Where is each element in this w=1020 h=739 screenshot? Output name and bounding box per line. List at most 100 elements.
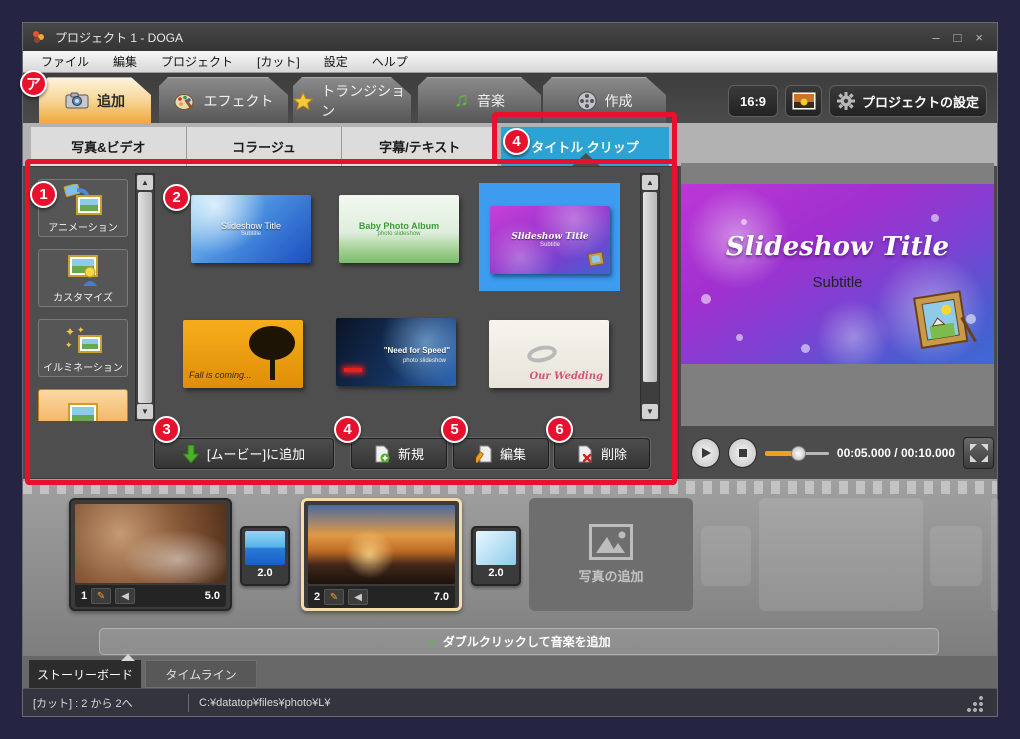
preview-title: Slideshow Title (681, 232, 994, 262)
delete-button[interactable]: 削除 (554, 438, 650, 469)
film-reel-icon (577, 91, 597, 111)
tab-add[interactable]: 追加 (39, 77, 151, 123)
subtab-photos-video[interactable]: 写真&ビデオ (31, 127, 186, 166)
add-photo-slot[interactable]: 写真の追加 (529, 498, 693, 611)
aspect-ratio-button[interactable]: 16:9 (728, 85, 778, 117)
template-baby-album[interactable]: Baby Photo Album photo slideshow (339, 195, 459, 263)
status-cut-info: [カット] : 2 から 2へ (23, 695, 188, 711)
slider-handle[interactable] (791, 446, 806, 461)
status-bar: [カット] : 2 から 2へ C:¥datatop¥files¥photo¥L… (23, 688, 997, 716)
tab-effects[interactable]: エフェクト (159, 77, 288, 123)
subtab-collage[interactable]: コラージュ (186, 127, 342, 166)
category-animation[interactable]: アニメーション (38, 179, 128, 237)
view-tabs-strip: ストーリーボード タイムライン (23, 656, 997, 688)
photo-frame-icon (910, 288, 980, 355)
customize-icon (63, 254, 103, 286)
scroll-up-icon[interactable]: ▲ (642, 175, 658, 190)
tab-storyboard[interactable]: ストーリーボード (29, 660, 141, 688)
palette-icon (174, 92, 196, 110)
menu-project[interactable]: プロジェクト (161, 53, 233, 70)
template-wedding[interactable]: Our Wedding (489, 320, 609, 388)
edit-pencil-icon[interactable]: ✎ (324, 589, 344, 605)
sunset-image-icon (792, 92, 816, 110)
template-fall[interactable]: Fall is coming... (183, 320, 303, 388)
subtab-captions[interactable]: 字幕/テキスト (341, 127, 497, 166)
scroll-down-icon[interactable]: ▼ (642, 404, 658, 419)
storyboard-clip-1[interactable]: 1 ✎ ◀ 5.0 (69, 498, 232, 611)
star-icon (293, 91, 313, 111)
screenshot-stage: プロジェクト 1 - DOGA – □ × ファイル 編集 プロジェクト [カッ… (0, 0, 1020, 739)
edit-pencil-icon[interactable]: ✎ (91, 588, 111, 604)
play-button[interactable] (691, 438, 720, 468)
minimize-button[interactable]: – (932, 30, 939, 45)
active-subtab-notch (571, 153, 601, 167)
template-blue-wave[interactable]: Slideshow Title Subtitle (191, 195, 311, 263)
category-illumination[interactable]: ✦✦ ✦ イルミネーション (38, 319, 128, 377)
scrollbar-thumb[interactable] (643, 192, 657, 382)
template-need-for-speed[interactable]: "Need for Speed" photo slideshow (336, 318, 456, 386)
category-scrollbar[interactable]: ▲ ▼ (135, 173, 155, 421)
empty-clip-slot (991, 498, 999, 611)
preview-subtitle: Subtitle (681, 274, 994, 291)
tab-transitions[interactable]: トランジション (293, 77, 411, 123)
delete-document-icon (577, 445, 593, 463)
stop-button[interactable] (728, 438, 757, 468)
main-tab-row: 追加 エフェクト トランジション ♫ 音楽 (23, 73, 997, 123)
clip-photo (75, 504, 226, 583)
green-down-arrow-icon (183, 445, 199, 463)
picture-icon (63, 402, 103, 421)
svg-text:✦: ✦ (77, 325, 85, 335)
preview-pane: Slideshow Title Subtitle (681, 163, 994, 426)
new-button[interactable]: 新規 (351, 438, 447, 469)
project-settings-button[interactable]: プロジェクトの設定 (829, 85, 987, 117)
empty-transition-slot (930, 526, 982, 586)
svg-text:✦: ✦ (65, 325, 75, 339)
resize-grip[interactable] (967, 696, 983, 712)
svg-text:✦: ✦ (65, 340, 73, 350)
menu-edit[interactable]: 編集 (113, 53, 137, 70)
background-image-button[interactable] (785, 85, 822, 117)
music-track-bar[interactable]: ♪ ダブルクリックして音楽を追加 (99, 628, 939, 655)
category-selected[interactable] (38, 389, 128, 421)
speaker-icon[interactable]: ◀ (115, 588, 135, 604)
close-button[interactable]: × (975, 30, 983, 45)
preview-frame: Slideshow Title Subtitle (681, 184, 994, 364)
maximize-button[interactable]: □ (954, 30, 962, 45)
empty-transition-slot (701, 526, 751, 586)
animation-icon (63, 184, 103, 216)
window-title: プロジェクト 1 - DOGA (55, 29, 183, 46)
transition-1[interactable]: 2.0 (240, 526, 290, 586)
menu-cut[interactable]: [カット] (257, 53, 300, 70)
clip-duration: 7.0 (434, 591, 449, 603)
clip-photo (308, 505, 455, 584)
menu-bar: ファイル 編集 プロジェクト [カット] 設定 ヘルプ (23, 51, 997, 73)
transition-duration: 2.0 (245, 567, 285, 579)
app-window: プロジェクト 1 - DOGA – □ × ファイル 編集 プロジェクト [カッ… (22, 22, 998, 717)
fullscreen-button[interactable] (963, 437, 994, 469)
add-to-movie-button[interactable]: [ムービー]に追加 (154, 438, 334, 469)
new-document-icon (374, 445, 390, 463)
image-placeholder-icon (589, 524, 633, 560)
tab-timeline[interactable]: タイムライン (145, 660, 257, 688)
edit-button[interactable]: 編集 (453, 438, 549, 469)
scrollbar-thumb[interactable] (138, 192, 152, 403)
template-scrollbar[interactable]: ▲ ▼ (640, 173, 660, 421)
play-icon (700, 447, 712, 459)
transition-2[interactable]: 2.0 (471, 526, 521, 586)
tab-music[interactable]: ♫ 音楽 (418, 77, 541, 123)
storyboard: 1 ✎ ◀ 5.0 2.0 2 ✎ ◀ 7.0 (23, 479, 997, 656)
fullscreen-icon (969, 443, 989, 463)
tab-create[interactable]: 作成 (543, 77, 666, 123)
template-purple-selected[interactable]: Slideshow Title Subtitle (490, 206, 610, 274)
scroll-up-icon[interactable]: ▲ (137, 175, 153, 190)
scroll-down-icon[interactable]: ▼ (137, 404, 153, 419)
storyboard-clip-2-selected[interactable]: 2 ✎ ◀ 7.0 (301, 498, 462, 611)
edit-pencil-icon (476, 445, 492, 463)
menu-help[interactable]: ヘルプ (372, 53, 408, 70)
menu-settings[interactable]: 設定 (324, 53, 348, 70)
menu-file[interactable]: ファイル (41, 53, 89, 70)
category-customize[interactable]: カスタマイズ (38, 249, 128, 307)
illumination-icon: ✦✦ ✦ (63, 324, 103, 356)
seek-slider[interactable] (765, 446, 829, 460)
speaker-icon[interactable]: ◀ (348, 589, 368, 605)
